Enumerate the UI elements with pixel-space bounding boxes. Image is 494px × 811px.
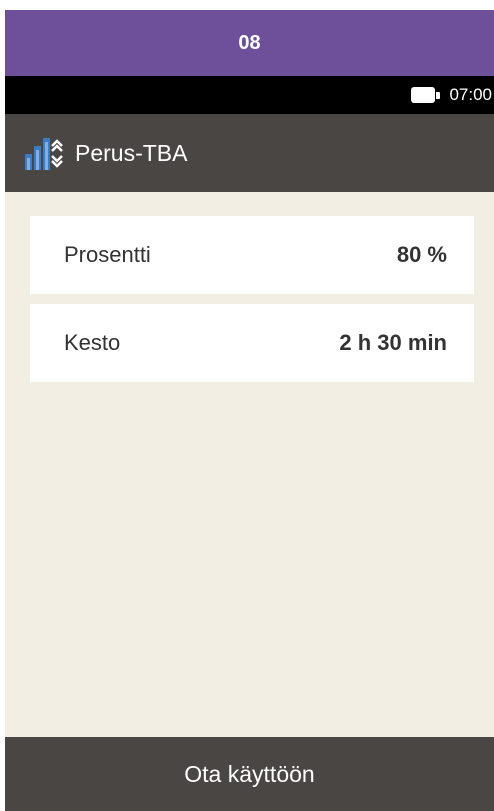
- activate-button[interactable]: Ota käyttöön: [5, 737, 494, 811]
- duration-label: Kesto: [64, 330, 121, 355]
- status-bar: 07:00: [5, 76, 494, 114]
- battery-icon: [411, 87, 441, 103]
- clock: 07:00: [449, 85, 492, 104]
- screen-title: Perus-TBA: [75, 139, 188, 166]
- percentage-value: 80 %: [396, 242, 447, 267]
- activate-button-label: Ota käyttöön: [184, 760, 315, 787]
- percentage-label: Prosentti: [64, 242, 151, 267]
- duration-setting[interactable]: Kesto 2 h 30 min: [30, 304, 474, 382]
- basal-profile-icon: [25, 138, 63, 170]
- step-number: 08: [238, 31, 261, 54]
- percentage-setting[interactable]: Prosentti 80 %: [30, 216, 474, 294]
- pump-screen: 08 07:00 Perus-TBA Prosentti 80 % Kesto …: [5, 10, 494, 811]
- screen-header: Perus-TBA: [5, 114, 494, 192]
- duration-value: 2 h 30 min: [339, 330, 447, 355]
- step-number-banner: 08: [5, 10, 494, 76]
